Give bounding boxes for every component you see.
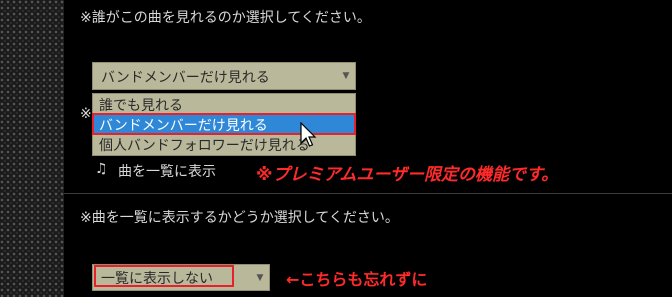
reminder-note: ←こちらも忘れずに <box>286 270 428 289</box>
option-everyone[interactable]: 誰でも見れる <box>93 94 355 114</box>
list-display-instruction: ※曲を一覧に表示するかどうか選択してください。 <box>80 210 399 226</box>
premium-only-note: ※プレミアムユーザー限定の機能です。 <box>256 165 559 185</box>
list-display-value-highlight <box>94 265 234 287</box>
chevron-down-icon[interactable]: ▼ <box>337 63 355 89</box>
decorative-side-pattern <box>0 0 64 297</box>
visibility-select[interactable]: バンドメンバーだけ見れる ▼ <box>92 62 356 90</box>
music-note-icon: ♫ <box>95 161 108 177</box>
visibility-select-value: バンドメンバーだけ見れる <box>101 70 270 86</box>
mouse-pointer-icon <box>300 122 317 147</box>
visibility-instruction: ※誰がこの曲を見れるのか選択してください。 <box>80 10 371 26</box>
list-display-checkbox-label[interactable]: 曲を一覧に表示 <box>118 161 216 181</box>
partially-hidden-text: ※ <box>80 106 92 122</box>
chevron-down-icon[interactable]: ▼ <box>251 265 269 290</box>
section-divider <box>64 193 672 194</box>
